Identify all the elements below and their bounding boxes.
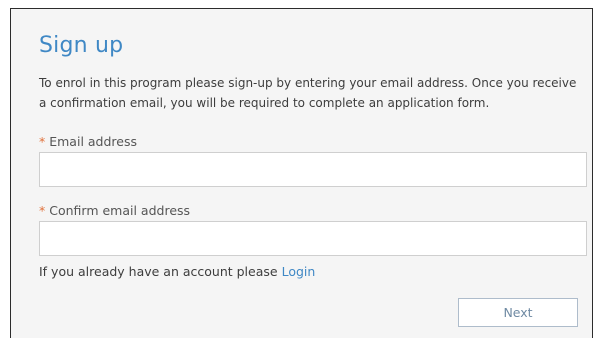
confirm-email-label: * Confirm email address [39,203,190,218]
confirm-email-field[interactable] [39,221,587,256]
intro-text: To enrol in this program please sign-up … [39,76,577,110]
required-marker: * [39,203,46,218]
email-field[interactable] [39,152,587,187]
login-link[interactable]: Login [282,264,316,279]
account-prompt-text: If you already have an account please [39,264,278,279]
account-prompt: If you already have an account please Lo… [39,264,315,279]
signup-panel: Sign up To enrol in this program please … [10,8,593,338]
required-marker: * [39,134,46,149]
email-label: * Email address [39,134,137,149]
page-title: Sign up [39,33,124,58]
next-button[interactable]: Next [458,298,578,327]
email-label-text: Email address [49,134,137,149]
confirm-email-label-text: Confirm email address [49,203,191,218]
